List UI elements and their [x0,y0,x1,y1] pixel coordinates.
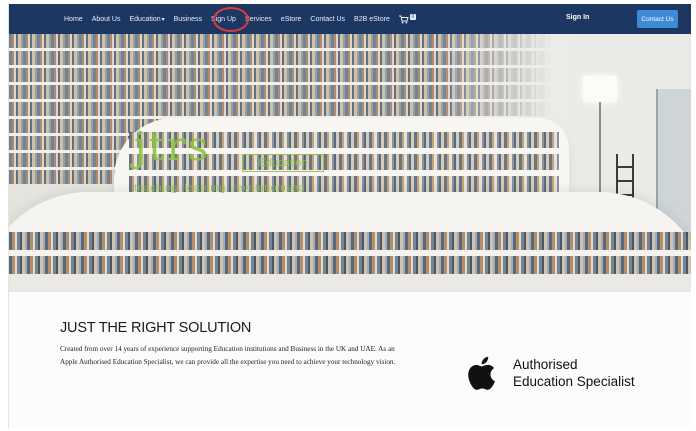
logo-wordmark: jtrs [134,124,211,170]
red-circle-annotation [213,7,249,32]
nav-contact-us[interactable]: Contact Us [310,16,345,23]
floor [9,274,691,292]
badge-line-specialist: Education Specialist [513,374,635,389]
chevron-down-icon: ▾ [161,16,165,23]
nav-education[interactable]: Education▾ [129,16,164,23]
badge-text: Authorised Education Specialist [513,356,635,390]
intro-section: JUST THE RIGHT SOLUTION Created from ove… [9,292,691,428]
contact-us-button[interactable]: Contact Us [637,10,678,28]
nav-business[interactable]: Business [174,16,202,23]
nav-estore[interactable]: eStore [281,16,302,23]
apple-logo-icon [468,356,495,390]
cart-count-badge: 0 [409,13,416,20]
hero-banner: jtrs Education teaching. learning. revol… [9,34,691,292]
jtrs-logo: jtrs Education teaching. learning. revol… [134,124,354,204]
nav-about-us[interactable]: About Us [92,16,121,23]
section-headline: JUST THE RIGHT SOLUTION [60,320,252,336]
logo-tagline: teaching. learning. revolutionised [134,182,305,194]
apple-authorised-badge: Authorised Education Specialist [467,348,677,398]
lamp-shade [583,76,617,102]
browser-page: Home About Us Education▾ Business Sign U… [8,4,691,428]
shopping-cart-icon[interactable]: 0 [398,13,416,24]
sign-in-link[interactable]: Sign In [566,14,589,21]
logo-education-box: Education [242,154,324,172]
intro-paragraph: Created from over 14 years of experience… [60,345,396,366]
nav-home[interactable]: Home [64,16,83,23]
nav-b2b-estore[interactable]: B2B eStore [354,16,390,23]
badge-line-authorised: Authorised [513,357,578,372]
top-navbar: Home About Us Education▾ Business Sign U… [9,4,691,34]
nav-education-label: Education [129,15,161,23]
cart-glyph [398,15,409,23]
